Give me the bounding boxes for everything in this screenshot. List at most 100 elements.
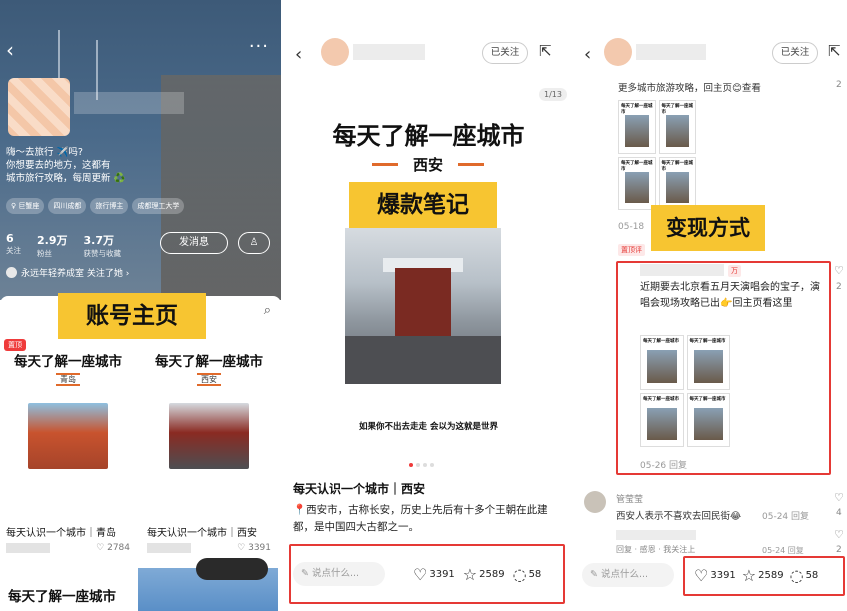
comment-image-grid[interactable]: 每天了解一座城市 每天了解一座城市 每天了解一座城市 每天了解一座城市 xyxy=(618,100,696,210)
followed-by[interactable]: 永远年轻养成室 关注了她 › xyxy=(6,266,129,279)
overlay-label: 变现方式 xyxy=(651,205,765,251)
more-icon[interactable]: ··· xyxy=(249,36,269,57)
city-wall xyxy=(345,336,501,384)
page-indicator: 1/13 xyxy=(539,88,567,101)
carousel-dot[interactable] xyxy=(430,463,434,467)
heart-icon: ♡ xyxy=(96,543,105,553)
comment-placeholder: 说点什么... xyxy=(601,569,649,580)
comment-date[interactable]: 05-24 回复 xyxy=(762,509,809,522)
carousel-dot[interactable] xyxy=(423,463,427,467)
note-card[interactable]: 每天了解一座城市 青岛 每天认识一个城市｜青岛 ♡ 2784 xyxy=(2,342,134,562)
comment-like-count: 4 xyxy=(836,508,842,518)
thumb-title: 每天了解一座城市 xyxy=(689,396,726,402)
avatar[interactable] xyxy=(8,78,70,136)
pen-icon: ✎ xyxy=(590,569,598,580)
comments-panel: ‹ 已关注 ⇱ 更多城市旅游攻略，回主页😊查看 2 每天了解一座城市 每天了解一… xyxy=(576,0,847,611)
blurred-username xyxy=(74,92,184,114)
carousel-dots xyxy=(409,463,434,467)
heart-icon[interactable]: ♡ xyxy=(834,528,844,541)
overlay-label: 爆款笔记 xyxy=(349,182,497,228)
user-icon[interactable]: ♙ xyxy=(238,232,270,254)
profile-stats: 6 关注 2.9万 粉丝 3.7万 获赞与收藏 xyxy=(6,232,121,259)
comment-like-count: 2 xyxy=(836,545,842,555)
comment-date[interactable]: 05-24 回复 xyxy=(762,545,804,556)
stat-value: 2.9万 xyxy=(37,234,68,247)
profile-tags: ♀ 巨蟹座 四川成都 旅行博主 成都理工大学 xyxy=(6,198,185,214)
comment-thumb[interactable]: 每天了解一座城市 xyxy=(658,156,696,210)
back-icon[interactable]: ‹ xyxy=(584,44,591,65)
back-icon[interactable]: ‹ xyxy=(6,38,14,62)
profile-tag: ♀ 巨蟹座 xyxy=(6,198,45,214)
pinned-comment-tag: 置顶评 xyxy=(618,244,645,256)
commenter-avatar[interactable] xyxy=(584,491,606,513)
blurred-commenter-name xyxy=(616,530,696,540)
floating-pill[interactable] xyxy=(196,558,268,580)
comment-input[interactable]: ✎ 说点什么... xyxy=(582,563,674,587)
commenter-text: 西安人表示不喜欢去回民街😂 xyxy=(616,511,742,522)
comment-thumb[interactable]: 每天了解一座城市 xyxy=(618,100,656,154)
stat-value: 6 xyxy=(6,232,14,245)
comment-thumb[interactable]: 每天了解一座城市 xyxy=(618,156,656,210)
carousel-dot[interactable] xyxy=(409,463,413,467)
note-image-city: 西安 xyxy=(372,154,484,175)
blurred-author xyxy=(147,543,191,553)
blurred-author-name xyxy=(636,44,706,60)
image-quote: 如果你不出去走走 会以为这就是世界 xyxy=(359,422,498,432)
send-message-button[interactable]: 发消息 xyxy=(160,232,228,254)
note-title: 每天认识一个城市｜西安 xyxy=(293,482,426,496)
search-icon[interactable]: ⌕ xyxy=(264,303,271,318)
card-likes[interactable]: ♡ 2784 xyxy=(96,543,130,553)
heart-icon[interactable]: ♡ xyxy=(834,491,844,504)
thumb-title: 每天了解一座城市 xyxy=(621,104,653,115)
bio-line: 城市旅行攻略，每周更新 ♻️ xyxy=(6,173,126,184)
note-detail-panel: ‹ 已关注 ⇱ 1/13 每天了解一座城市 西安 爆款笔记 如果你不出去走走 会… xyxy=(287,0,570,611)
note-card[interactable]: 每天了解一座城市 西安 每天认识一个城市｜西安 ♡ 3391 xyxy=(143,342,275,562)
card-meta: ♡ 3391 xyxy=(147,543,271,553)
card-name: 每天认识一个城市｜青岛 xyxy=(6,528,116,539)
thumb-title: 每天了解一座城市 xyxy=(661,104,694,115)
stat-value: 3.7万 xyxy=(83,234,115,247)
comment-thumb[interactable]: 每天了解一座城市 xyxy=(658,100,696,154)
blurred-author xyxy=(6,543,50,553)
stat-label: 粉丝 xyxy=(37,249,52,258)
thumb-title: 每天了解一座城市 xyxy=(643,339,679,344)
card-city-text: 西安 xyxy=(197,373,221,386)
overlay-label: 账号主页 xyxy=(58,293,206,339)
stat-following[interactable]: 6 关注 xyxy=(6,232,21,259)
card-likes[interactable]: ♡ 3391 xyxy=(237,543,271,553)
stat-fans[interactable]: 2.9万 粉丝 xyxy=(37,232,68,259)
heart-icon: ♡ xyxy=(237,543,246,553)
note-image-title: 每天了解一座城市 xyxy=(332,122,525,150)
background-lamp xyxy=(96,40,98,100)
note-photo[interactable] xyxy=(345,228,501,384)
back-icon[interactable]: ‹ xyxy=(295,44,302,65)
comment-like-count: 2 xyxy=(836,282,842,292)
commenter-name[interactable]: 管莹莹 xyxy=(616,492,643,505)
follower-avatar xyxy=(6,267,17,278)
thumb-title: 每天了解一座城市 xyxy=(643,396,679,402)
share-icon[interactable]: ⇱ xyxy=(828,42,841,60)
like-count: 2784 xyxy=(107,543,130,553)
follow-button[interactable]: 已关注 xyxy=(772,42,818,64)
followed-by-text: 永远年轻养成室 关注了她 › xyxy=(21,269,130,279)
carousel-dot[interactable] xyxy=(416,463,420,467)
heart-icon[interactable]: ♡ xyxy=(834,264,844,277)
highlight-box xyxy=(683,556,845,596)
card-name: 每天认识一个城市｜西安 xyxy=(147,528,257,539)
card-image xyxy=(169,403,249,469)
stat-label: 获赞与收藏 xyxy=(83,249,122,258)
share-icon[interactable]: ⇱ xyxy=(539,42,552,60)
card-city: 西安 xyxy=(143,373,275,386)
card-meta: ♡ 2784 xyxy=(6,543,130,553)
top-comment-text: 更多城市旅游攻略，回主页😊查看 xyxy=(618,83,761,94)
author-avatar[interactable] xyxy=(321,38,349,66)
author-avatar[interactable] xyxy=(604,38,632,66)
card-image xyxy=(28,403,108,469)
stat-likes[interactable]: 3.7万 获赞与收藏 xyxy=(84,232,122,259)
thumb-title: 每天了解一座城市 xyxy=(621,160,653,172)
highlight-box xyxy=(289,544,565,604)
note-description: 📍西安市，古称长安，历史上先后有十多个王朝在此建都，是中国四大古都之一。 xyxy=(293,504,548,533)
blurred-author-name xyxy=(353,44,425,60)
follow-button[interactable]: 已关注 xyxy=(482,42,528,64)
comment-like-count: 2 xyxy=(836,80,842,90)
